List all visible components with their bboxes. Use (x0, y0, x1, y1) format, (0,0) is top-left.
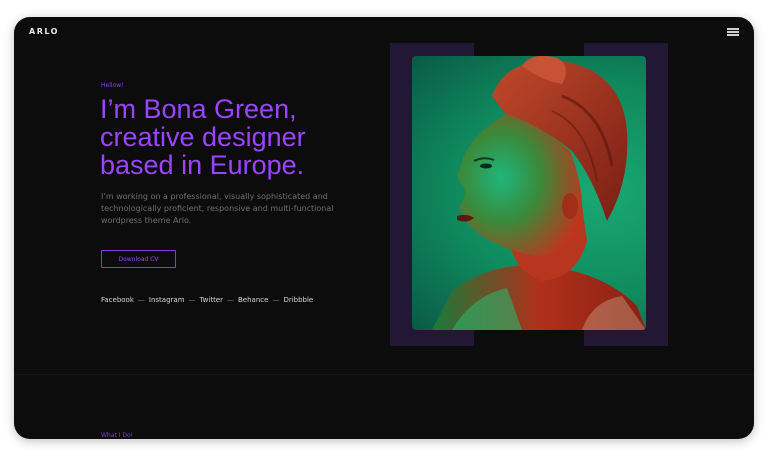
social-link-facebook[interactable]: Facebook (101, 296, 134, 304)
headline-line: creative designer (100, 122, 306, 152)
section-divider (14, 374, 754, 375)
portrait-frame (390, 43, 668, 346)
social-link-behance[interactable]: Behance (238, 296, 268, 304)
portrait-image (412, 56, 646, 330)
portrait-illustration (432, 56, 646, 330)
hamburger-menu-icon[interactable] (727, 28, 739, 36)
separator: — (188, 296, 196, 304)
social-link-twitter[interactable]: Twitter (200, 296, 223, 304)
hero-headline: I’m Bona Green, creative designer based … (100, 95, 400, 179)
hero-greeting: Hellow! (101, 82, 124, 89)
download-cv-button[interactable]: Download CV (101, 250, 176, 268)
menu-line (727, 28, 739, 30)
headline-line: I’m Bona Green, (100, 94, 297, 124)
site-logo[interactable]: ARLO (29, 27, 59, 36)
headline-line: based in Europe. (100, 150, 305, 180)
separator: — (137, 296, 145, 304)
social-links: Facebook — Instagram — Twitter — Behance — Dribb… (101, 296, 313, 304)
separator: — (227, 296, 234, 304)
what-i-do-label: What I Do! (101, 432, 134, 439)
social-link-instagram[interactable]: Instagram (149, 296, 185, 304)
hero-intro: I’m working on a professional, visually … (101, 192, 334, 225)
separator: — (272, 296, 280, 304)
menu-line (727, 31, 739, 33)
social-link-dribbble[interactable]: Dribbble (283, 296, 313, 304)
menu-line (727, 34, 739, 36)
site-window: ARLO Hellow! I’m Bona Green, creative de… (14, 17, 754, 439)
